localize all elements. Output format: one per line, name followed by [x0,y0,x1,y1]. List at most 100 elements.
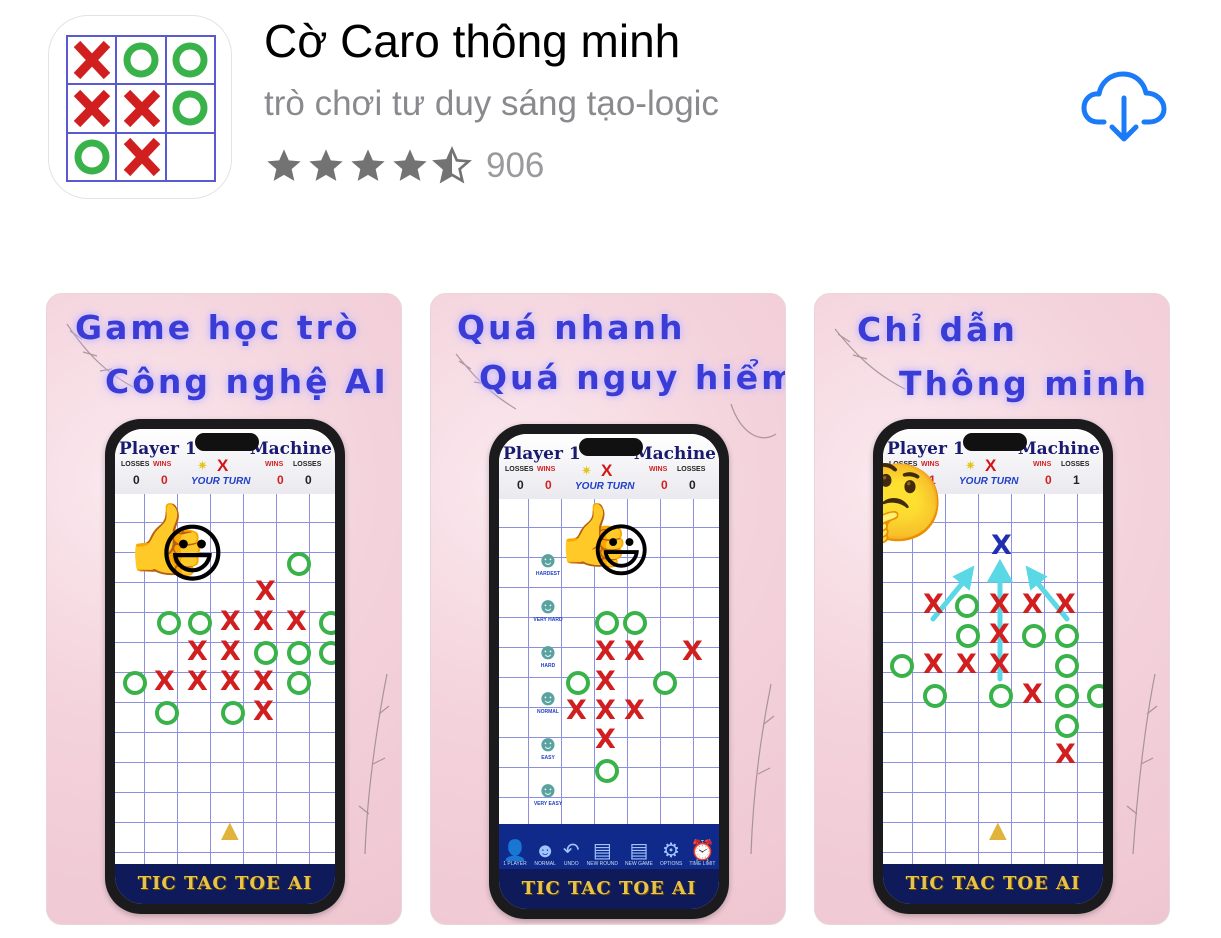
level-hard[interactable]: ☻ HARD [532,641,564,687]
new-game-button[interactable]: ▤ NEW GAME [625,841,653,867]
x-mark: X [253,696,274,727]
x-mark: X [1022,679,1043,710]
losses-label: LOSSES [677,466,706,473]
x-mark: X [624,636,645,667]
ai-head-icon: ☻ [536,731,560,756]
new-round-button[interactable]: ▤ NEW ROUND [587,841,618,867]
x-mark: X [566,695,587,726]
cursor-arrow-icon: ▲ [215,814,245,847]
o-mark [157,611,181,635]
wins-label: WINS [153,461,172,468]
x-mark: X [923,589,944,620]
tool-label: NORMAL [534,861,556,867]
headline-line-2: Quá nguy hiểm [479,358,786,397]
o-mark [319,611,335,635]
ai-head-icon: ☻ [536,777,560,802]
undo-button[interactable]: ↶ UNDO [563,841,580,867]
level-hardest[interactable]: ☻ HARDEST [532,549,564,595]
smiley-emoji-icon: 😃 [591,519,652,584]
x-mark: X [1055,739,1076,770]
opponent-name: Machine [633,444,716,464]
o-mark [566,671,590,695]
ai-head-icon: ☻ [536,547,560,572]
tool-label: OPTIONS [659,861,683,867]
screenshot-1[interactable]: Game học trò Công nghệ AI Player 1 Machi… [46,293,402,925]
o-mark [623,611,647,635]
document-icon: ▤ [629,840,649,862]
o-mark [1055,684,1079,708]
o-mark [1055,714,1079,738]
headline-line-1: Chỉ dẫn [857,310,1018,349]
download-button[interactable] [1080,66,1168,146]
x-mark: X [1022,589,1043,620]
options-button[interactable]: ⚙ OPTIONS [660,841,683,867]
o-mark [595,611,619,635]
screenshot-3[interactable]: Chỉ dẫn Thông minh Player 1 Machine LOSS… [814,293,1170,925]
x-mark: X [624,695,645,726]
half-star-icon [432,146,472,184]
app-subtitle: trò chơi tư duy sáng tạo-logic [264,84,719,123]
game-screen: Player 1 Machine LOSSES WINS WINS LOSSES… [883,429,1103,904]
screenshot-2[interactable]: Quá nhanh Quá nguy hiểm Player 1 Machine… [430,293,786,925]
player-name: Player 1 [503,444,581,464]
tool-label: 1 PLAYER [503,861,527,867]
player-name: Player 1 [887,439,965,459]
game-board[interactable]: 🤔 X X X X X X X [883,466,1103,864]
cursor-arrow-icon: ▲ [983,814,1013,847]
o-mark [287,671,311,695]
o-mark [155,701,179,725]
tool-label: NEW ROUND [586,861,619,867]
o-mark [287,641,311,665]
one-player-button[interactable]: 👤 1 PLAYER [503,841,528,867]
level-very-hard[interactable]: ☻ VERY HARD [532,595,564,641]
o-mark [188,611,212,635]
x-mark: X [1055,589,1076,620]
phone-notch [579,438,643,456]
x-mark: X [989,649,1010,680]
smiley-emoji-icon: 😃 [159,518,226,590]
o-mark [221,701,245,725]
x-mark: X [286,606,307,637]
score: 0 [161,473,168,487]
x-mark: X [253,606,274,637]
tool-label: TIME LIMIT [689,861,716,867]
losses-label: LOSSES [505,466,534,473]
x-mark: X [220,606,241,637]
game-board[interactable]: 👍 😃 X X X X X X X X X X X ▲ [115,494,335,864]
x-mark: X [989,589,1010,620]
turn-mark: X [217,456,229,475]
x-mark: X [989,619,1010,650]
o-mark [595,759,619,783]
o-mark [287,552,311,576]
level-button[interactable]: ☻ NORMAL [534,841,555,867]
hint-bulb-icon[interactable]: ✷ [581,463,592,479]
o-mark [1055,654,1079,678]
difficulty-list: ☻ HARDEST ☻ VERY HARD ☻ HARD ☻ NORMAL ☻ EASY … [532,549,564,825]
level-very-easy[interactable]: ☻ VERY EASY [532,779,564,825]
level-easy[interactable]: ☻ EASY [532,733,564,779]
phone-frame: Player 1 Machine LOSSES WINS WINS LOSSES… [489,424,729,919]
x-mark: X [956,649,977,680]
phone-notch [963,433,1027,451]
ai-head-icon: ☻ [536,639,560,664]
phone-notch [195,433,259,451]
hint-bulb-icon[interactable]: ✷ [965,458,976,474]
headline-line-2: Thông minh [899,364,1149,403]
wins-label: WINS [265,461,284,468]
score: 0 [661,478,668,492]
score: 1 [1073,473,1080,487]
rating-count: 906 [486,146,545,185]
turn-mark: X [601,461,613,480]
losses-label: LOSSES [121,461,150,468]
gear-icon: ⚙ [662,840,681,862]
app-icon[interactable] [48,15,232,199]
o-mark [123,671,147,695]
turn-indicator: YOUR TURN [959,476,1019,487]
undo-icon: ↶ [562,840,580,862]
ai-head-icon: ☻ [534,840,556,862]
level-normal[interactable]: ☻ NORMAL [532,687,564,733]
brand-title: TIC TAC TOE AI [521,878,697,899]
hint-bulb-icon[interactable]: ✷ [197,458,208,474]
opponent-name: Machine [1017,439,1100,459]
time-limit-button[interactable]: ⏰ TIME LIMIT [689,841,715,867]
